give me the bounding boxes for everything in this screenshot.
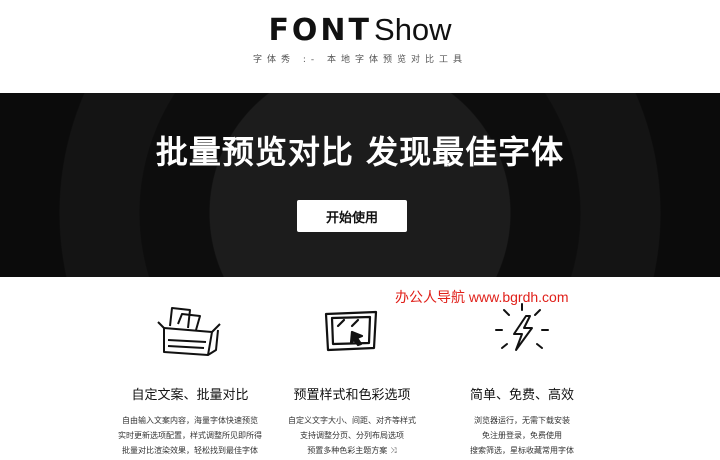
feature-description-line: 浏览器运行，无需下载安装 [474,416,570,425]
logo-sub-text: Show [374,12,452,47]
feature-description-line: 免注册登录，免费使用 [482,431,562,440]
shuffle-icon[interactable]: ⤨ [390,446,396,455]
site-logo[interactable]: FONTShow [0,12,720,48]
feature-title: 简单、免费、高效 [469,388,574,403]
lightning-icon [402,300,642,360]
feature-description-text: 预置多种色彩主题方案 [307,446,388,455]
start-button[interactable]: 开始使用 [297,200,407,232]
feature-simple-free: 简单、免费、高效 浏览器运行，无需下载安装 免注册登录，免费使用 搜索筛选，星标… [402,300,642,458]
hero-title: 批量预览对比 发现最佳字体 [155,133,565,171]
site-tagline: 字体秀 :- 本地字体预览对比工具 [252,55,467,65]
logo-main-text: FONT [268,13,373,48]
site-header: FONTShow 字体秀 :- 本地字体预览对比工具 [0,0,720,93]
feature-description-line: 搜索筛选，星标收藏常用字体 [470,446,574,455]
hero-banner: 批量预览对比 发现最佳字体 开始使用 [0,93,720,277]
